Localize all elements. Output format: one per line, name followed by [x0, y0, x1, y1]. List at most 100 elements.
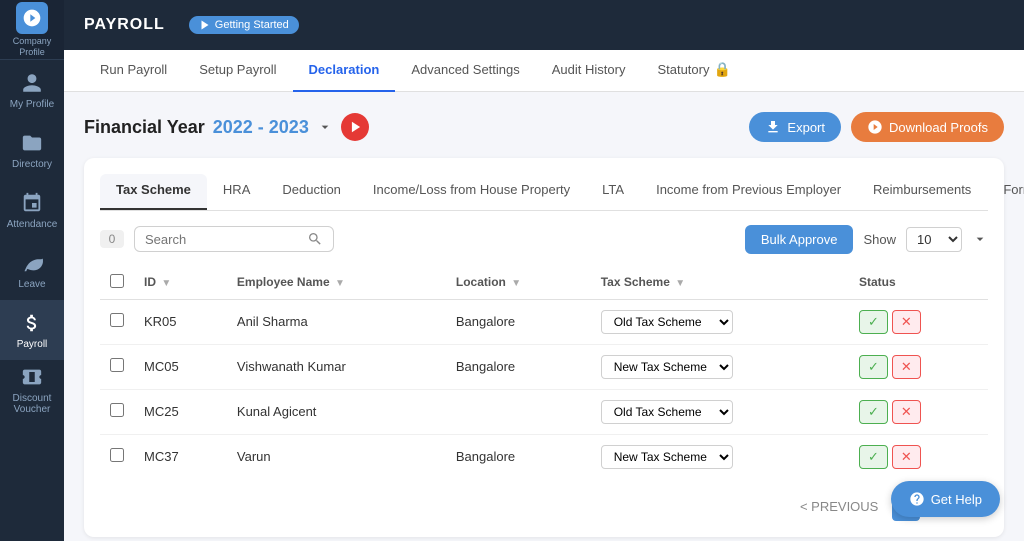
subnav-advanced-settings[interactable]: Advanced Settings [395, 50, 535, 92]
tax-scheme-select-1[interactable]: Old Tax Scheme New Tax Scheme [601, 355, 733, 379]
cell-tax-scheme-3: Old Tax Scheme New Tax Scheme [591, 434, 849, 479]
cell-location-2 [446, 389, 591, 434]
cell-status-2: ✓ ✕ [849, 389, 988, 434]
sidebar-item-leave[interactable]: Leave [0, 240, 64, 300]
sidebar-item-my-profile[interactable]: My Profile [0, 60, 64, 120]
tax-scheme-select-0[interactable]: Old Tax Scheme New Tax Scheme [601, 310, 733, 334]
sidebar-item-payroll[interactable]: Payroll [0, 300, 64, 360]
col-id: ID ▼ [134, 266, 227, 300]
financial-year-header: Financial Year 2022 - 2023 Export Downlo… [84, 112, 1004, 142]
search-input[interactable] [145, 232, 301, 247]
sidebar: Company Profile My Profile Directory Att… [0, 0, 64, 541]
my-profile-icon [20, 71, 44, 95]
sidebar-item-attendance[interactable]: Attendance [0, 180, 64, 240]
subnav-declaration[interactable]: Declaration [293, 50, 396, 92]
sidebar-item-directory[interactable]: Directory [0, 120, 64, 180]
tab-income-previous[interactable]: Income from Previous Employer [640, 174, 857, 210]
tax-scheme-select-3[interactable]: Old Tax Scheme New Tax Scheme [601, 445, 733, 469]
main-area: PAYROLL Getting Started Run Payroll Setu… [64, 0, 1024, 541]
reject-button-3[interactable]: ✕ [892, 445, 921, 469]
help-icon [909, 491, 925, 507]
approve-button-3[interactable]: ✓ [859, 445, 888, 469]
cell-id-3: MC37 [134, 434, 227, 479]
approve-button-2[interactable]: ✓ [859, 400, 888, 424]
financial-year-value: 2022 - 2023 [213, 117, 309, 138]
cell-name-2: Kunal Agicent [227, 389, 446, 434]
table-row: MC05 Vishwanath Kumar Bangalore Old Tax … [100, 344, 988, 389]
cell-status-3: ✓ ✕ [849, 434, 988, 479]
tab-reimbursements[interactable]: Reimbursements [857, 174, 987, 210]
company-profile-label: Company Profile [0, 36, 64, 58]
get-help-button[interactable]: Get Help [891, 481, 1000, 517]
tab-lta[interactable]: LTA [586, 174, 640, 210]
select-all-checkbox[interactable] [110, 274, 124, 288]
bulk-approve-button[interactable]: Bulk Approve [745, 225, 854, 254]
table-row: MC25 Kunal Agicent Old Tax Scheme New Ta… [100, 389, 988, 434]
col-status: Status [849, 266, 988, 300]
financial-year-dropdown[interactable] [317, 119, 333, 135]
row-checkbox-0[interactable] [110, 313, 124, 327]
table-row: KR05 Anil Sharma Bangalore Old Tax Schem… [100, 299, 988, 344]
cell-status-1: ✓ ✕ [849, 344, 988, 389]
search-box[interactable] [134, 226, 334, 252]
reject-button-0[interactable]: ✕ [892, 310, 921, 334]
tax-scheme-select-2[interactable]: Old Tax Scheme New Tax Scheme [601, 400, 733, 424]
pagination: < PREVIOUS 1 NEXT > [100, 493, 988, 521]
sidebar-label-leave: Leave [18, 279, 45, 290]
table-row: MC37 Varun Bangalore Old Tax Scheme New … [100, 434, 988, 479]
approve-button-0[interactable]: ✓ [859, 310, 888, 334]
cell-id-1: MC05 [134, 344, 227, 389]
reject-button-2[interactable]: ✕ [892, 400, 921, 424]
approve-button-1[interactable]: ✓ [859, 355, 888, 379]
play-button[interactable] [341, 113, 369, 141]
export-button[interactable]: Export [749, 112, 841, 142]
cell-status-0: ✓ ✕ [849, 299, 988, 344]
col-tax-scheme: Tax Scheme ▼ [591, 266, 849, 300]
row-checkbox-3[interactable] [110, 448, 124, 462]
chevron-down-icon [972, 231, 988, 247]
subnav: Run Payroll Setup Payroll Declaration Ad… [64, 50, 1024, 92]
sidebar-label-my-profile: My Profile [10, 99, 54, 110]
location-filter-icon[interactable]: ▼ [511, 278, 521, 289]
reject-button-1[interactable]: ✕ [892, 355, 921, 379]
subnav-setup-payroll[interactable]: Setup Payroll [183, 50, 292, 92]
tab-deduction[interactable]: Deduction [266, 174, 357, 210]
fy-right: Export Download Proofs [749, 112, 1004, 142]
count-badge: 0 [100, 230, 124, 248]
subnav-run-payroll[interactable]: Run Payroll [84, 50, 183, 92]
id-filter-icon[interactable]: ▼ [161, 278, 171, 289]
topnav: PAYROLL Getting Started [64, 0, 1024, 50]
tab-hra[interactable]: HRA [207, 174, 266, 210]
subnav-statutory[interactable]: Statutory 🔒 [641, 50, 746, 92]
sidebar-item-discount-voucher[interactable]: Discount Voucher [0, 360, 64, 420]
sidebar-logo[interactable]: Company Profile [0, 0, 64, 60]
getting-started-badge[interactable]: Getting Started [189, 16, 299, 34]
col-location: Location ▼ [446, 266, 591, 300]
cell-id-0: KR05 [134, 299, 227, 344]
fy-left: Financial Year 2022 - 2023 [84, 113, 369, 141]
payroll-icon [20, 311, 44, 335]
tab-tax-scheme[interactable]: Tax Scheme [100, 174, 207, 210]
col-employee-name: Employee Name ▼ [227, 266, 446, 300]
row-checkbox-2[interactable] [110, 403, 124, 417]
app-title: PAYROLL [84, 16, 165, 34]
data-table: ID ▼ Employee Name ▼ Location ▼ Tax Sc [100, 266, 988, 479]
employee-name-filter-icon[interactable]: ▼ [335, 278, 345, 289]
subnav-audit-history[interactable]: Audit History [536, 50, 642, 92]
cell-name-0: Anil Sharma [227, 299, 446, 344]
previous-button[interactable]: < PREVIOUS [792, 495, 886, 518]
row-checkbox-1[interactable] [110, 358, 124, 372]
download-proofs-button[interactable]: Download Proofs [851, 112, 1004, 142]
tab-forms[interactable]: Forms ✕ [987, 174, 1024, 210]
tax-scheme-filter-icon[interactable]: ▼ [675, 278, 685, 289]
cell-location-1: Bangalore [446, 344, 591, 389]
show-select[interactable]: 10 25 50 100 [906, 227, 962, 252]
content-area: Financial Year 2022 - 2023 Export Downlo… [64, 92, 1024, 541]
sidebar-label-discount-voucher: Discount Voucher [0, 393, 64, 415]
cell-name-3: Varun [227, 434, 446, 479]
leave-icon [20, 251, 44, 275]
main-card: Tax Scheme HRA Deduction Income/Loss fro… [84, 158, 1004, 537]
cell-tax-scheme-0: Old Tax Scheme New Tax Scheme [591, 299, 849, 344]
attendance-icon [20, 191, 44, 215]
tab-income-loss[interactable]: Income/Loss from House Property [357, 174, 586, 210]
